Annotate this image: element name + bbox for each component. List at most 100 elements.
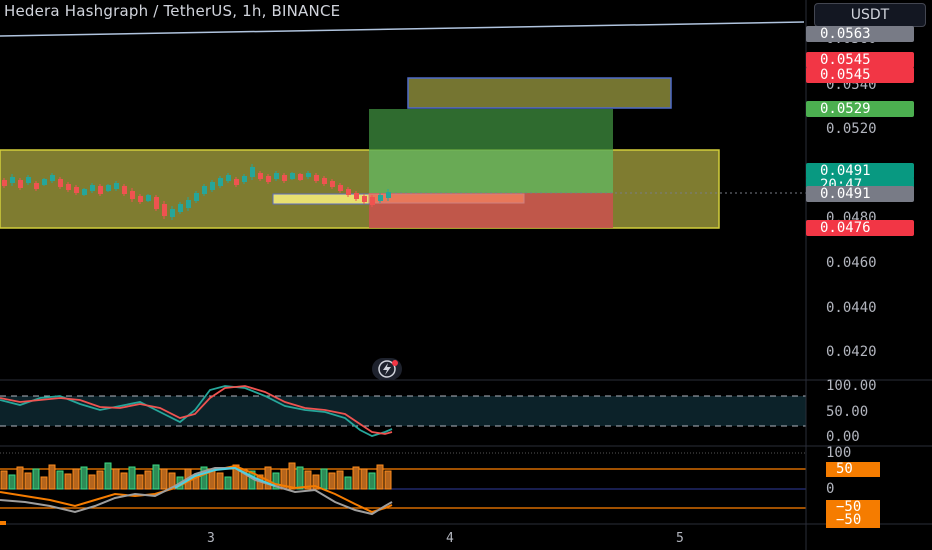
stoch-band (0, 396, 806, 426)
osc2-histogram-bar (368, 472, 376, 490)
osc2-histogram-bar (56, 470, 64, 490)
lightning-icon[interactable] (372, 358, 402, 380)
time-label: 5 (676, 531, 684, 546)
candle-body (138, 196, 143, 202)
osc2-marker (0, 521, 6, 525)
stoch-label: 100.00 (826, 378, 877, 394)
candle-body (370, 197, 375, 205)
osc2-histogram-bar (264, 466, 272, 490)
osc2-histogram-bar (336, 470, 344, 490)
stop-price-tag: 0.0476 (806, 220, 914, 236)
chart-window: Hedera Hashgraph / TetherUS, 1h, BINANCE… (0, 0, 932, 550)
osc2-histogram-bar (40, 476, 48, 490)
osc2-histogram-bar (112, 468, 120, 490)
chart-title: Hedera Hashgraph / TetherUS, 1h, BINANCE (4, 2, 341, 20)
candle-body (90, 185, 95, 191)
candle-body (386, 192, 391, 198)
candle-body (338, 185, 343, 191)
stoch-label: 0.00 (826, 429, 860, 445)
currency-button[interactable]: USDT (814, 3, 926, 27)
osc2-histogram-bar (328, 472, 336, 490)
candle-body (10, 177, 15, 183)
candle-body (98, 186, 103, 194)
candle-body (354, 193, 359, 199)
target-price-tag: 0.0545 (806, 52, 914, 68)
osc2-histogram-bar (296, 466, 304, 490)
candle-body (162, 204, 167, 216)
osc2-negative-tag: −50 (826, 513, 880, 528)
price-label: 0.0460 (826, 255, 877, 271)
osc2-histogram-bar (0, 470, 8, 490)
osc2-histogram-bar (360, 468, 368, 490)
candle-body (362, 196, 367, 202)
osc2-histogram-bar (136, 474, 144, 490)
candle-body (74, 187, 79, 193)
candle-body (322, 178, 327, 184)
candle-body (114, 183, 119, 189)
last-price-tag-secondary: 0.0491 (806, 186, 914, 202)
candle-body (194, 193, 199, 201)
candle-body (274, 173, 279, 179)
osc2-histogram-bar (88, 474, 96, 490)
candle-body (34, 183, 39, 189)
trend-line[interactable] (0, 21, 805, 37)
entry-marker-extension (368, 193, 525, 204)
osc2-histogram-bar (128, 466, 136, 490)
candle-body (106, 185, 111, 191)
candle-body (218, 178, 223, 186)
osc2-histogram-bar (320, 468, 328, 490)
osc2-histogram-bar (352, 466, 360, 490)
candle-body (122, 186, 127, 194)
osc2-positive-tag: 50 (826, 462, 880, 477)
candle-body (202, 186, 207, 194)
osc2-histogram-bar (288, 462, 296, 490)
candle-body (378, 195, 383, 201)
osc2-histogram-bar (152, 464, 160, 490)
osc2-histogram-bar (72, 468, 80, 490)
stoch-label: 50.00 (826, 404, 869, 420)
candle-body (18, 180, 23, 188)
candle-body (2, 180, 7, 186)
candle-body (330, 181, 335, 187)
candle-body (58, 179, 63, 187)
osc2-histogram-bar (32, 468, 40, 490)
candle-body (346, 189, 351, 195)
candle-body (250, 167, 255, 177)
osc2-histogram-bar (24, 472, 32, 490)
osc2-histogram-bar (104, 462, 112, 490)
take-profit-price-tag: 0.0529 (806, 101, 914, 117)
osc2-histogram-bar (216, 472, 224, 490)
candle-body (306, 173, 311, 177)
price-label: 0.0420 (826, 344, 877, 360)
candle-body (66, 184, 71, 190)
osc2-histogram-bar (64, 473, 72, 490)
osc2-histogram-bar (376, 464, 384, 490)
candle-body (154, 197, 159, 209)
candle-body (258, 173, 263, 179)
osc2-histogram-bar (16, 466, 24, 490)
osc2-histogram-bar (344, 476, 352, 490)
candle-body (282, 175, 287, 181)
osc2-histogram-bar (160, 468, 168, 490)
candle-body (130, 191, 135, 199)
candle-body (186, 200, 191, 208)
trendline-price-tag: 0.0563 (806, 26, 914, 42)
osc2-histogram-bar (224, 476, 232, 490)
candle-body (290, 173, 295, 179)
osc2-histogram-bar (208, 470, 216, 490)
price-label: 0.0520 (826, 121, 877, 137)
time-label: 3 (207, 531, 215, 546)
osc2-label: 0 (826, 481, 835, 497)
osc2-histogram-bar (384, 470, 392, 490)
candle-body (314, 175, 319, 181)
osc2-histogram-bar (120, 472, 128, 490)
candle-body (26, 177, 31, 183)
time-label: 4 (446, 531, 454, 546)
chart-canvas[interactable] (0, 0, 932, 550)
candle-body (242, 176, 247, 182)
target-box[interactable] (407, 77, 672, 109)
price-label: 0.0440 (826, 300, 877, 316)
candle-body (178, 204, 183, 212)
candle-body (146, 195, 151, 201)
osc2-histogram-bar (96, 470, 104, 490)
